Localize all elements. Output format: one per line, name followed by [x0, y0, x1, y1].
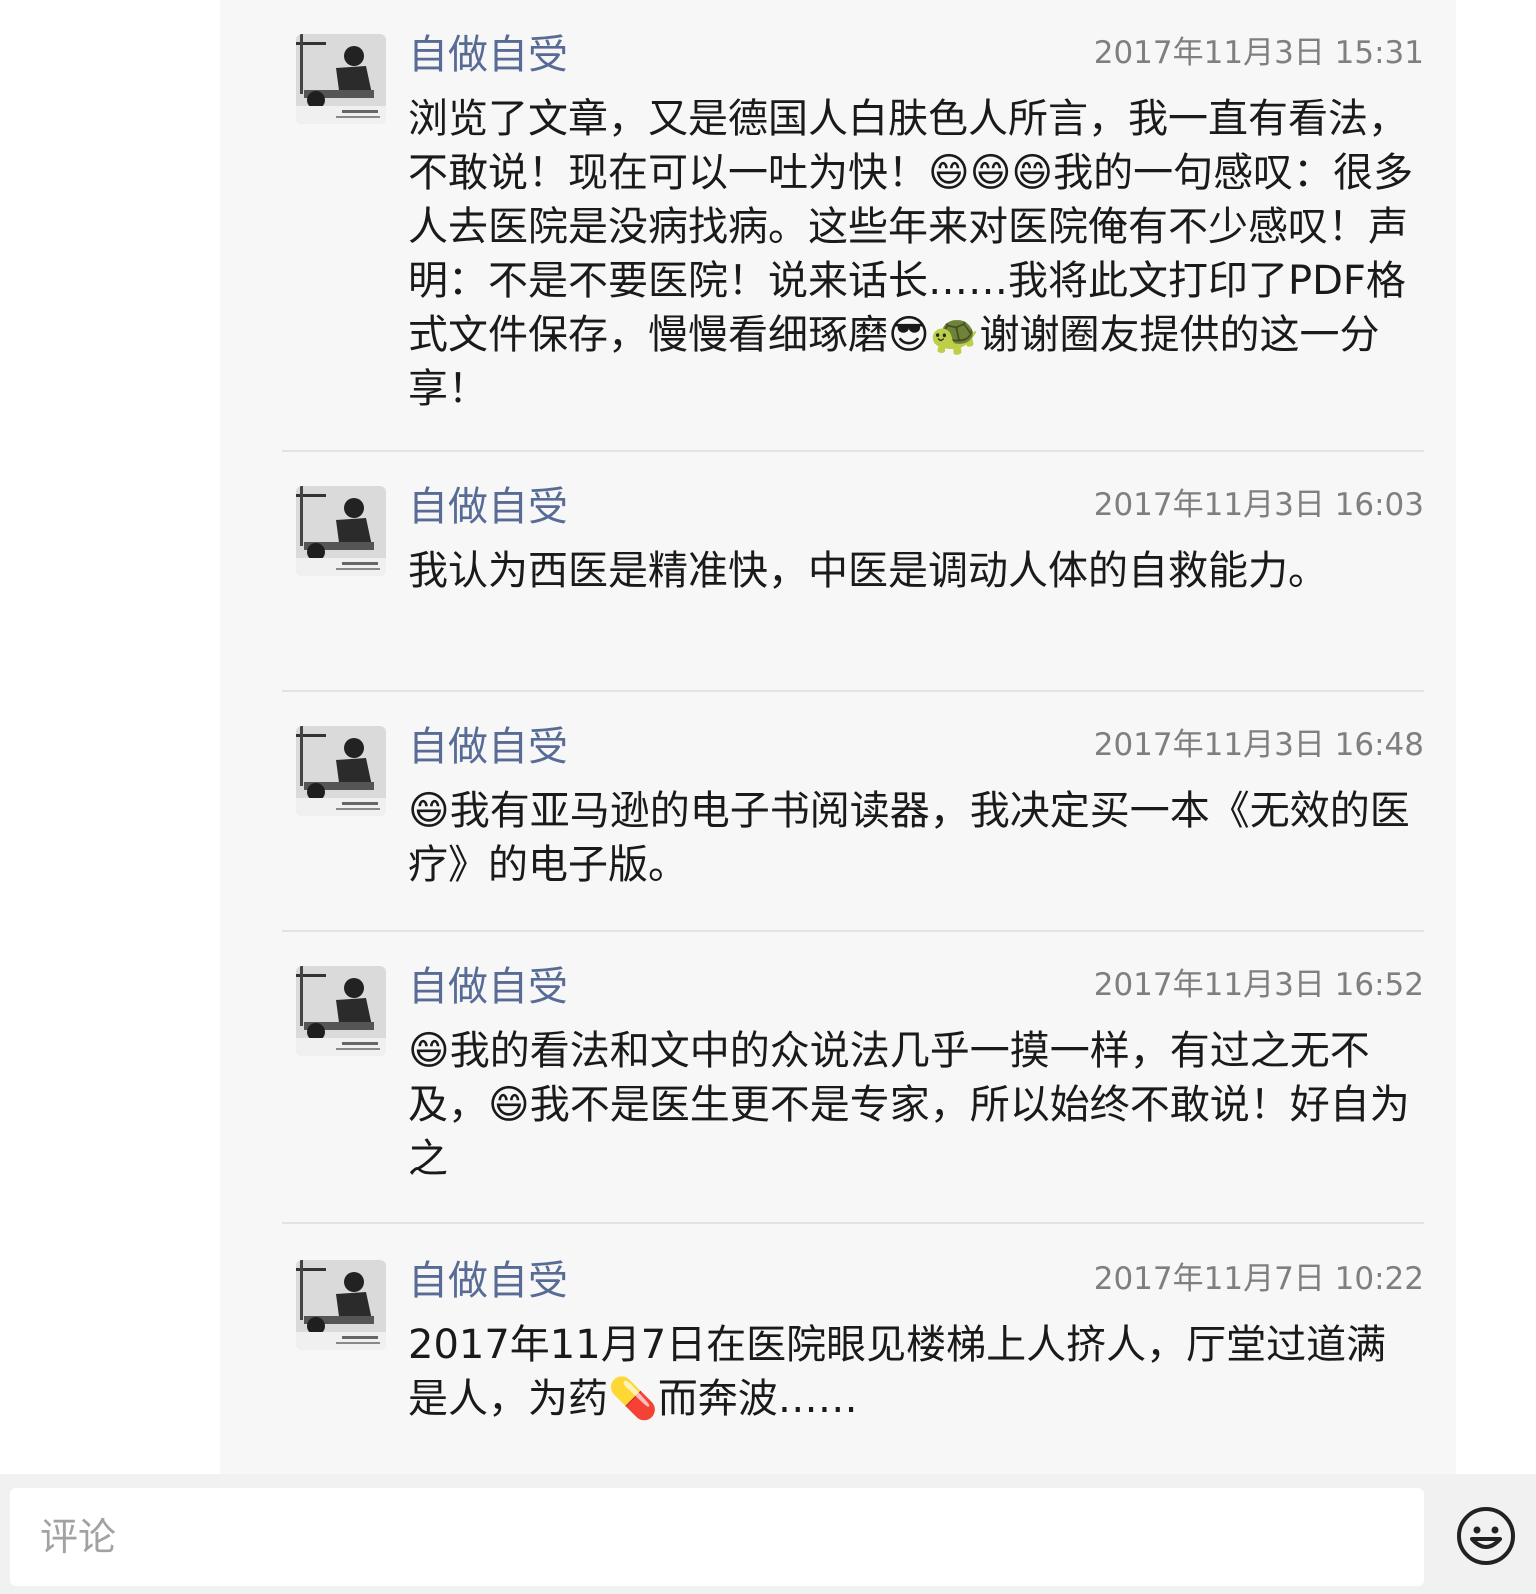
comment-timestamp: 2017年11月3日 16:03: [1093, 487, 1424, 523]
comment-timestamp: 2017年11月3日 15:31: [1093, 35, 1424, 71]
divider: [282, 1222, 1424, 1224]
comment-text: 2017年11月7日在医院眼见楼梯上人挤人，厅堂过道满是人，为药💊而奔波……: [408, 1322, 1387, 1422]
comment-timestamp: 2017年11月3日 16:52: [1093, 967, 1424, 1003]
comment-text: 😄我的看法和文中的众说法几乎一摸一样，有过之无不及，😄我不是医生更不是专家，所以…: [408, 1028, 1410, 1182]
divider: [282, 450, 1424, 452]
comment-author[interactable]: 自做自受: [408, 962, 568, 1012]
comment-timestamp: 2017年11月7日 10:22: [1093, 1261, 1424, 1297]
comment-author[interactable]: 自做自受: [408, 30, 568, 80]
comment-item: 自做自受 2017年11月7日 10:22 2017年11月7日在医院眼见楼梯上…: [282, 1254, 1424, 1434]
comment-item: 自做自受 2017年11月3日 16:52 😄我的看法和文中的众说法几乎一摸一样…: [282, 960, 1424, 1194]
emoji-button[interactable]: [1440, 1490, 1532, 1582]
comment-timestamp: 2017年11月3日 16:48: [1093, 727, 1424, 763]
comment-text: 😄我有亚马逊的电子书阅读器，我决定买一本《无效的医疗》的电子版。: [408, 788, 1410, 888]
comment-author[interactable]: 自做自受: [408, 482, 568, 532]
smiley-face-icon: [1457, 1507, 1515, 1565]
comment-item: 自做自受 2017年11月3日 15:31 浏览了文章，又是德国人白肤色人所言，…: [282, 28, 1424, 412]
comment-text: 浏览了文章，又是德国人白肤色人所言，我一直有看法，不敢说！现在可以一吐为快！😄😄…: [408, 96, 1414, 412]
comment-bar: [0, 1474, 1536, 1594]
comment-author[interactable]: 自做自受: [408, 1256, 568, 1306]
divider: [282, 690, 1424, 692]
comment-input[interactable]: [10, 1488, 1424, 1586]
comment-item: 自做自受 2017年11月3日 16:03 我认为西医是精准快，中医是调动人体的…: [282, 480, 1424, 660]
comment-item: 自做自受 2017年11月3日 16:48 😄我有亚马逊的电子书阅读器，我决定买…: [282, 720, 1424, 900]
divider: [282, 930, 1424, 932]
comment-text: 我认为西医是精准快，中医是调动人体的自救能力。: [408, 548, 1328, 594]
comments-panel: 自做自受 2017年11月3日 15:31 浏览了文章，又是德国人白肤色人所言，…: [220, 0, 1456, 1474]
comment-author[interactable]: 自做自受: [408, 722, 568, 772]
